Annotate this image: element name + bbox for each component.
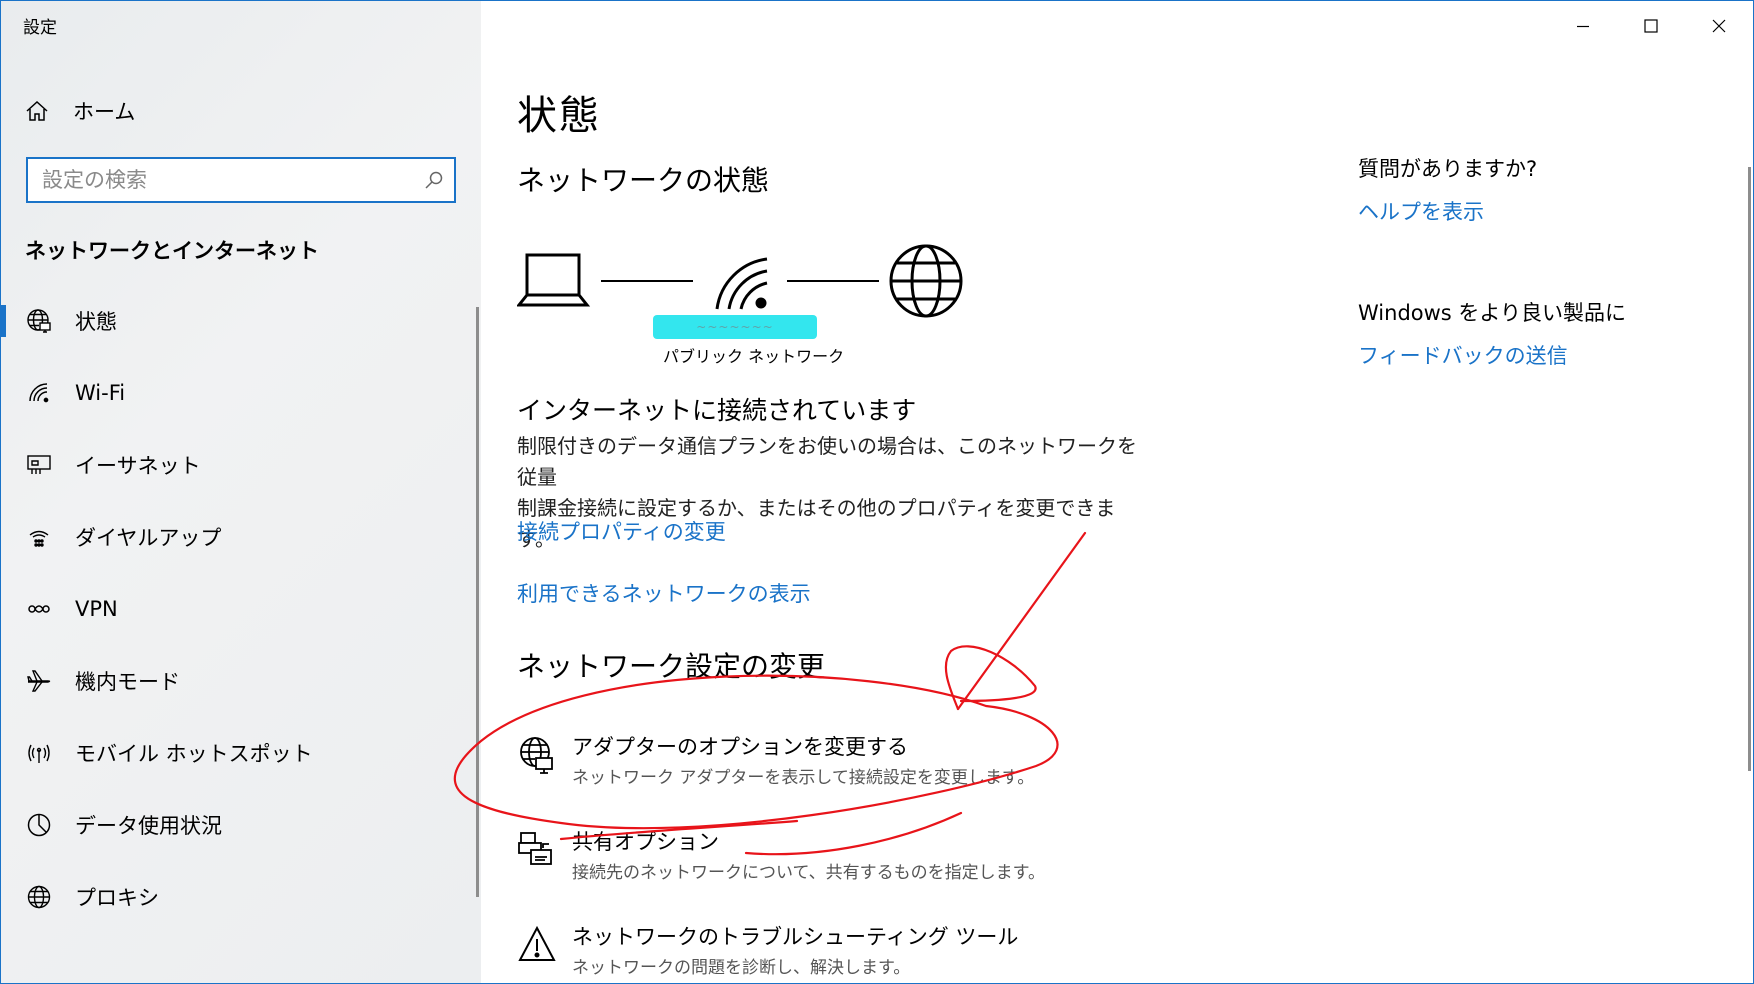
sidebar-item-hotspot[interactable]: モバイル ホットスポット [1,717,481,789]
sidebar: 設定 ホーム ネットワークとインターネット 状態 [1,1,481,983]
sidebar-item-airplane[interactable]: 機内モード [1,645,481,717]
maximize-button[interactable] [1617,1,1685,51]
connection-description-line: 制限付きのデータ通信プランをお使いの場合は、このネットワークを従量 [517,434,1137,489]
redacted-text: ~~~~~~~ [696,320,774,334]
wifi-signal-icon [715,257,768,310]
app-title: 設定 [23,18,57,38]
option-title: アダプターのオプションを変更する [572,735,908,759]
settings-window: 設定 ホーム ネットワークとインターネット 状態 [0,0,1754,984]
globe-pc-icon [25,307,53,335]
feedback-link[interactable]: フィードバックの送信 [1358,340,1568,370]
nav-home[interactable]: ホーム [23,91,135,131]
internet-globe-icon [889,244,963,318]
maximize-icon [1644,19,1658,33]
minimize-icon [1577,25,1589,28]
data-usage-icon [25,811,53,839]
network-status-title: ネットワークの状態 [517,164,770,197]
option-description: ネットワーク アダプターを表示して接続設定を変更します。 [572,768,1035,788]
question-title: 質問がありますか? [1358,157,1538,181]
sidebar-item-label: 状態 [75,310,117,334]
home-icon [23,97,51,125]
sidebar-item-label: ダイヤルアップ [75,526,222,550]
section-title: ネットワークとインターネット [25,239,319,263]
search-box[interactable] [26,157,456,203]
sidebar-item-label: プロキシ [75,886,159,910]
annotation-arrow-line [956,531,1087,711]
change-settings-title: ネットワーク設定の変更 [517,650,826,683]
hotspot-icon [25,739,53,767]
sidebar-item-ethernet[interactable]: イーサネット [1,429,481,501]
airplane-icon [25,667,53,695]
annotation-arrowhead [944,645,1037,711]
sidebar-item-label: 機内モード [75,670,180,694]
warning-icon [518,925,556,961]
network-type: パブリック ネットワーク [663,347,845,366]
network-name-redacted: ~~~~~~~ [653,315,817,339]
option-description: 接続先のネットワークについて、共有するものを指定します。 [572,863,1045,883]
dialup-icon [25,523,53,551]
sidebar-scrollbar[interactable] [476,307,479,897]
sidebar-item-label: データ使用状況 [75,814,222,838]
nav-home-label: ホーム [73,100,136,124]
feedback-title: Windows をより良い製品に [1358,301,1626,325]
option-description: ネットワークの問題を診断し、解決します。 [572,958,911,978]
sidebar-item-label: Wi-Fi [75,381,126,405]
change-connection-properties-link[interactable]: 接続プロパティの変更 [517,516,726,546]
connection-status-title: インターネットに接続されています [517,396,917,425]
sidebar-item-label: モバイル ホットスポット [75,742,313,766]
option-title: 共有オプション [572,830,719,854]
close-button[interactable] [1685,1,1753,51]
sidebar-item-label: イーサネット [75,454,201,478]
wifi-icon [25,379,53,407]
page-title: 状態 [517,93,601,139]
sidebar-item-dialup[interactable]: ダイヤルアップ [1,501,481,573]
minimize-button[interactable] [1549,1,1617,51]
main-scrollbar[interactable] [1748,167,1751,771]
close-icon [1712,19,1726,33]
sidebar-item-label: VPN [75,597,118,621]
ethernet-icon [25,451,53,479]
annotation-tail [744,811,963,856]
adapter-icon [520,737,553,774]
sharing-icon [518,832,552,865]
search-icon[interactable] [414,170,454,190]
show-available-networks-link[interactable]: 利用できるネットワークの表示 [517,578,811,608]
laptop-icon [517,253,591,307]
sidebar-item-proxy[interactable]: プロキシ [1,861,481,933]
sidebar-item-wifi[interactable]: Wi-Fi [1,357,481,429]
globe-icon [25,883,53,911]
nav-list: 状態 Wi-Fi イーサネット ダイヤルアップ VPN 機内モード モバイル ホ… [1,285,481,933]
vpn-icon [25,595,53,623]
search-input[interactable] [28,167,414,193]
help-link[interactable]: ヘルプを表示 [1358,196,1484,226]
option-title: ネットワークのトラブルシューティング ツール [572,925,1019,949]
sidebar-item-data-usage[interactable]: データ使用状況 [1,789,481,861]
sidebar-item-vpn[interactable]: VPN [1,573,481,645]
window-controls [1549,1,1753,51]
sidebar-item-status[interactable]: 状態 [1,285,481,357]
